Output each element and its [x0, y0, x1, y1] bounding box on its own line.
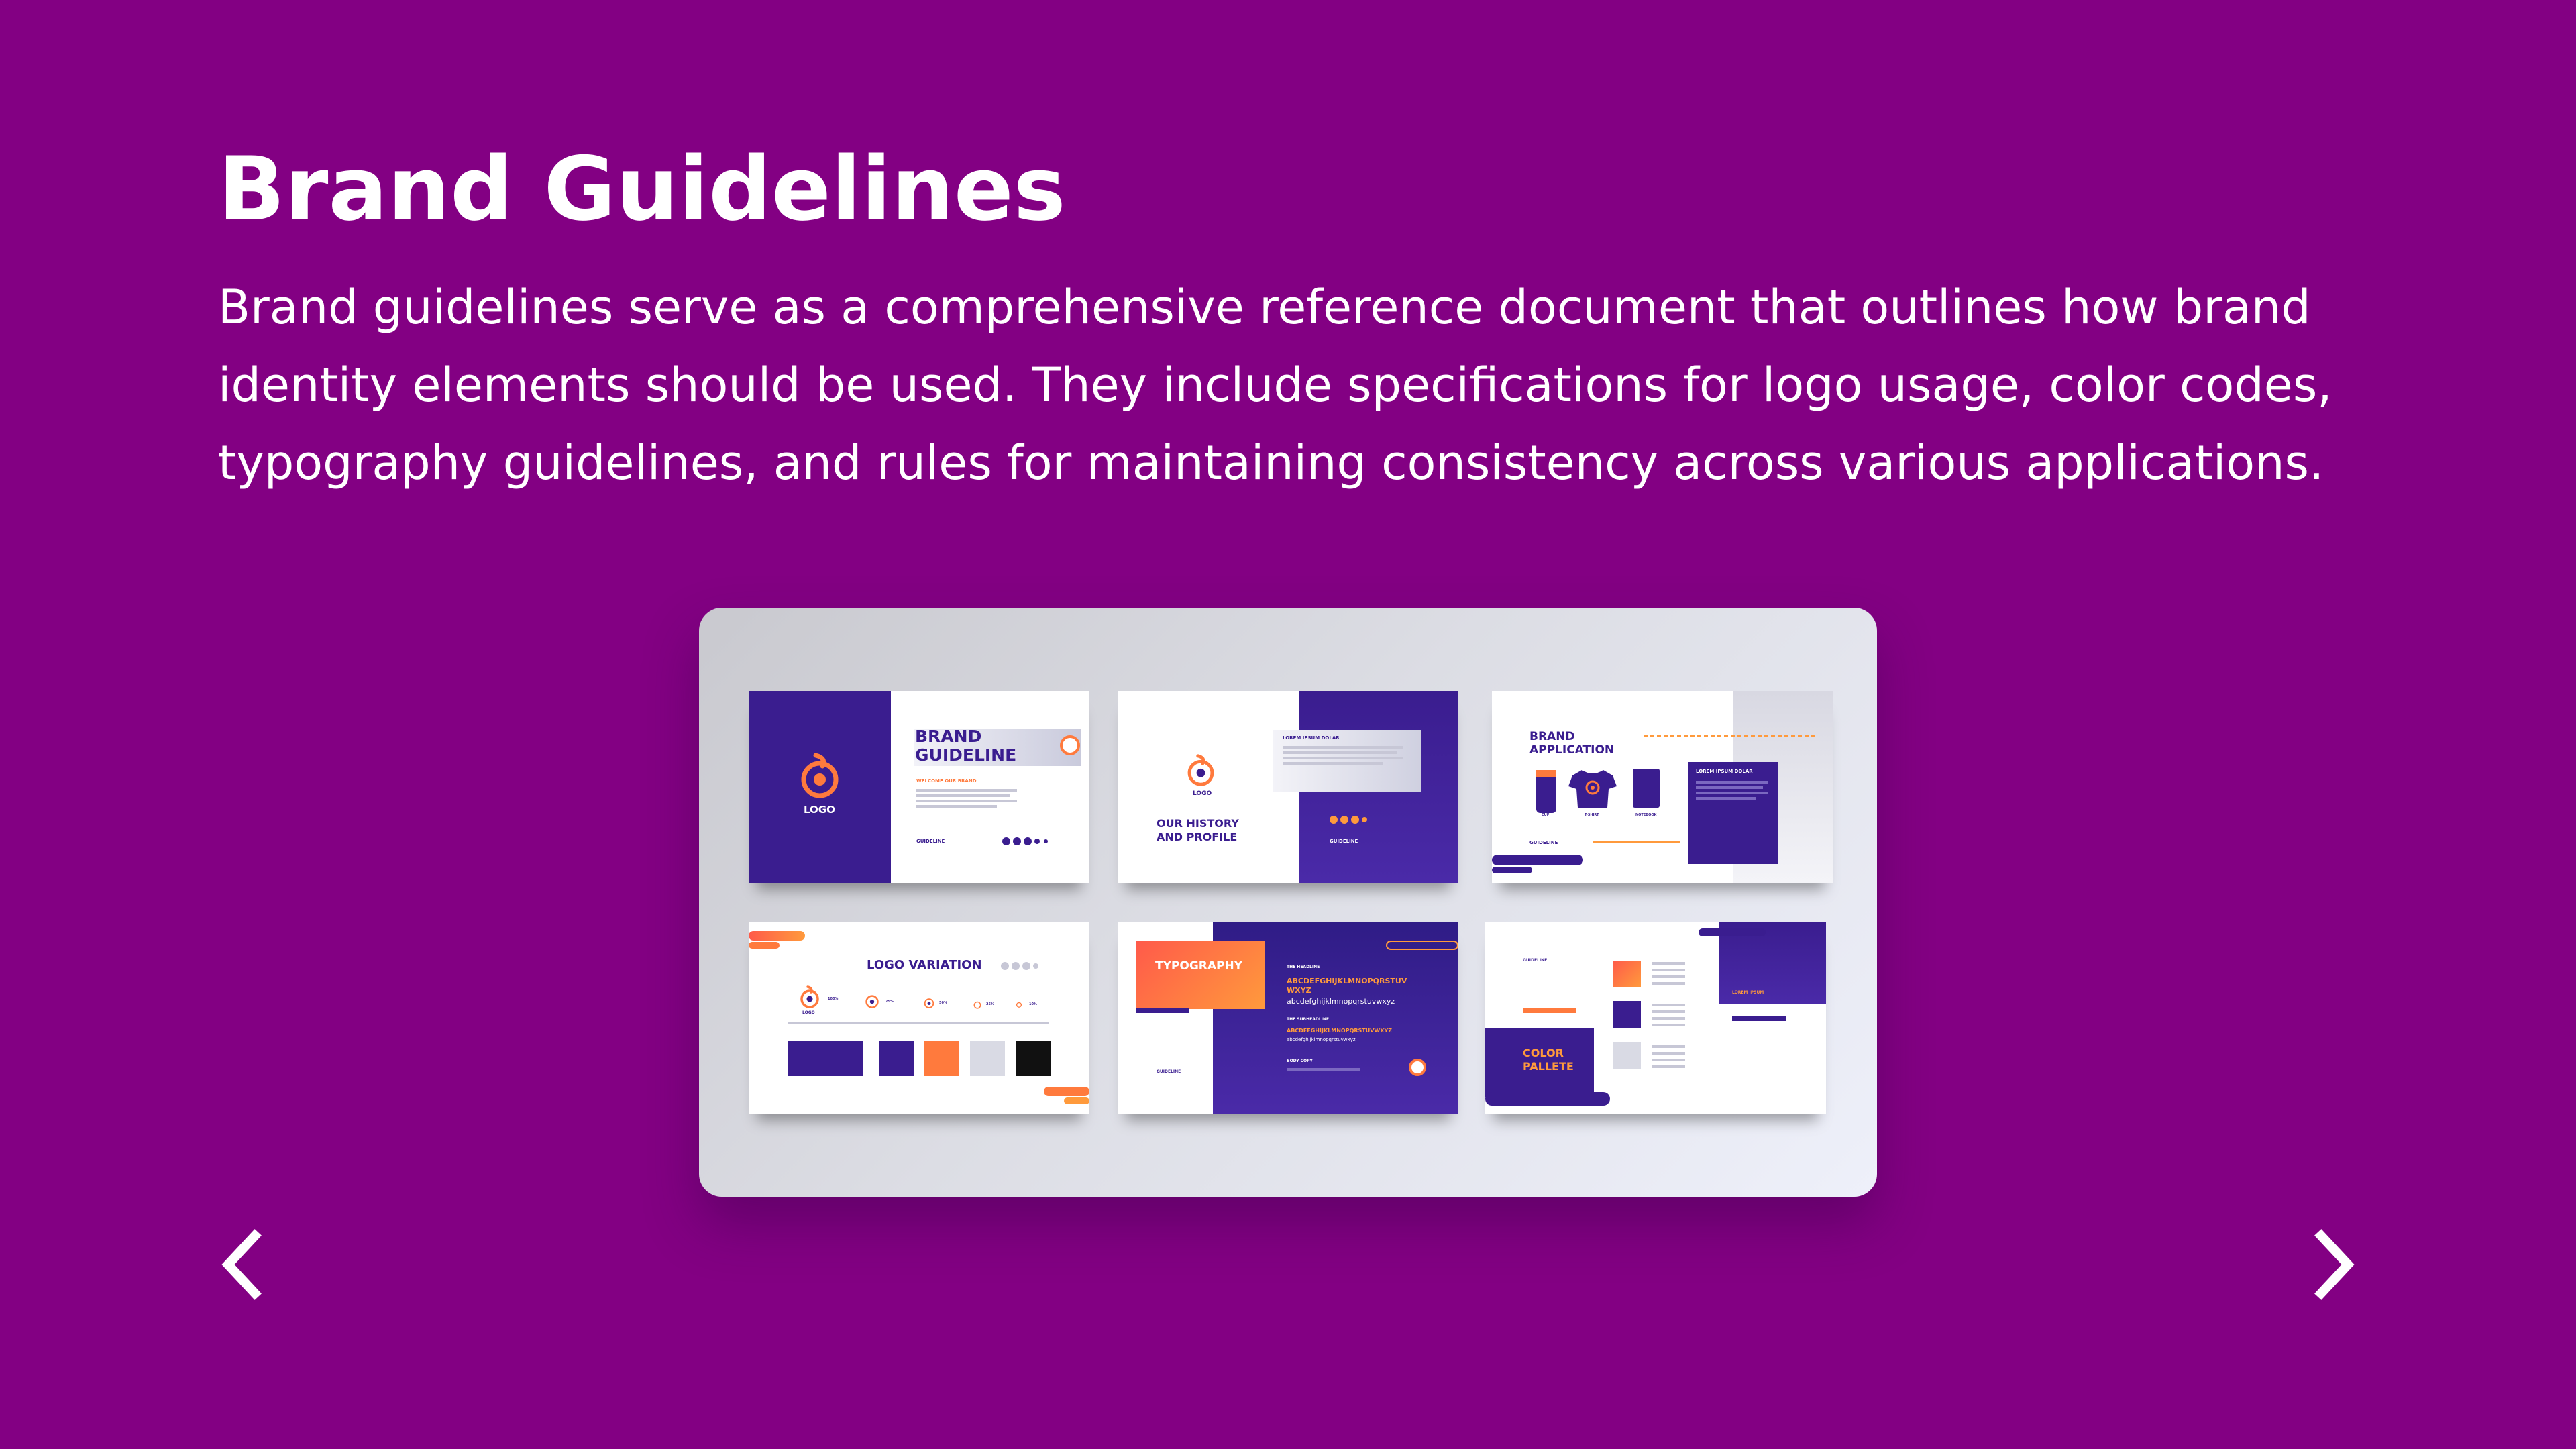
typography-subheadline-label: THE SUBHEADLINE	[1287, 1017, 1329, 1022]
slide-color-palette: GUIDELINE COLOR PALLETE LOREM IPSUM	[1485, 922, 1826, 1114]
application-footer: GUIDELINE	[1529, 840, 1558, 845]
palette-footer: GUIDELINE	[1523, 958, 1548, 963]
palette-swatch-grey	[1613, 1042, 1641, 1069]
palette-orange-dash	[1523, 1008, 1576, 1013]
variation-orange-pill	[749, 931, 805, 941]
tshirt-mockup	[1568, 770, 1617, 808]
slide-typography: TYPOGRAPHY THE HEADLINE ABCDEFGHIJKLMNOP…	[1118, 922, 1458, 1114]
cover-title-1: BRAND	[915, 727, 982, 746]
variation-logo-75-icon	[865, 995, 879, 1008]
cover-subtitle: WELCOME OUR BRAND	[916, 778, 977, 784]
variation-logo-10-icon	[1016, 1002, 1022, 1008]
variation-logo-100-icon	[800, 985, 819, 1008]
application-title-1: BRAND	[1529, 730, 1575, 743]
typography-outline-pill	[1386, 941, 1458, 950]
palette-title-2: PALLETE	[1523, 1060, 1574, 1073]
typography-subheadline-lower: abcdefghijklmnopqrstuvwxyz	[1287, 1037, 1356, 1042]
variation-orange-pill-4	[1064, 1097, 1089, 1104]
palette-title-1: COLOR	[1523, 1046, 1564, 1059]
application-item-2: T-SHIRT	[1585, 813, 1599, 817]
typography-purple-bar	[1136, 1008, 1189, 1013]
history-title-1: OUR HISTORY	[1157, 817, 1239, 830]
history-box-title: LOREM IPSUM DOLAR	[1283, 735, 1340, 741]
chevron-left-icon	[221, 1229, 262, 1300]
variation-size-2: 75%	[885, 1000, 894, 1004]
application-orange-line	[1644, 735, 1818, 737]
variation-size-3: 50%	[939, 1001, 947, 1005]
application-title-2: APPLICATION	[1529, 743, 1615, 757]
cover-title-2: GUIDELINE	[915, 745, 1017, 765]
application-dash	[1593, 841, 1680, 843]
variation-logo-50-icon	[924, 998, 934, 1008]
typography-title: TYPOGRAPHY	[1155, 959, 1243, 973]
variation-divider	[788, 1022, 1049, 1024]
brand-logo-icon	[801, 753, 839, 798]
variation-title: LOGO VARIATION	[867, 958, 982, 972]
application-item-1: CUP	[1542, 813, 1550, 817]
typography-headline-lower: abcdefghijklmnopqrstuvwxyz	[1287, 997, 1395, 1006]
previous-slide-button[interactable]	[201, 1224, 282, 1305]
variation-tile-black	[1016, 1041, 1051, 1076]
variation-logo-label: LOGO	[802, 1010, 815, 1015]
typography-body-label: BODY COPY	[1287, 1059, 1313, 1063]
chevron-right-icon	[2314, 1229, 2355, 1300]
history-logo-label: LOGO	[1193, 790, 1212, 797]
palette-top-pill	[1699, 928, 1766, 936]
variation-tile-purple	[879, 1041, 914, 1076]
typography-orange-box	[1136, 941, 1265, 1009]
cover-ring	[1060, 735, 1080, 755]
application-purple-pill-2	[1492, 867, 1532, 873]
next-slide-button[interactable]	[2294, 1224, 2375, 1305]
typography-footer: GUIDELINE	[1157, 1069, 1181, 1074]
notebook-mockup	[1633, 769, 1660, 808]
page-title: Brand Guidelines	[218, 138, 1066, 240]
slide-history: LOREM IPSUM DOLAR LOGO OUR HISTORY AND P…	[1118, 691, 1458, 883]
palette-bottom-line	[1732, 1016, 1786, 1021]
slide-application: BRAND APPLICATION LOREM IPSUM DOLAR CUP …	[1492, 691, 1833, 883]
typography-headline-upper: ABCDEFGHIJKLMNOPQRSTUV	[1287, 977, 1407, 985]
typography-ring	[1409, 1059, 1426, 1076]
page-description: Brand guidelines serve as a comprehensiv…	[218, 280, 2332, 490]
history-logo-icon	[1187, 754, 1214, 786]
variation-tile-orange	[924, 1041, 959, 1076]
variation-wide-tile	[788, 1041, 863, 1076]
variation-size-5: 10%	[1029, 1002, 1037, 1006]
slide-cover: LOGO BRAND GUIDELINE WELCOME OUR BRAND G…	[749, 691, 1089, 883]
variation-orange-pill-2	[749, 942, 780, 949]
palette-purple-pill	[1485, 1092, 1610, 1106]
palette-swatch-orange	[1613, 961, 1641, 987]
variation-size-4: 25%	[986, 1002, 994, 1006]
application-box-title: LOREM IPSUM DOLAR	[1696, 769, 1753, 774]
cover-logo-label: LOGO	[804, 804, 835, 816]
application-text-box	[1688, 762, 1778, 864]
history-footer: GUIDELINE	[1330, 839, 1358, 844]
application-item-3: NOTEBOOK	[1635, 813, 1657, 817]
variation-size-1: 100%	[828, 997, 839, 1001]
typography-headline-upper2: WXYZ	[1287, 986, 1311, 995]
typography-headline-label: THE HEADLINE	[1287, 965, 1320, 969]
variation-orange-pill-3	[1044, 1087, 1089, 1096]
brand-guidelines-preview: LOGO BRAND GUIDELINE WELCOME OUR BRAND G…	[699, 608, 1877, 1197]
cover-footer: GUIDELINE	[916, 839, 945, 844]
palette-swatch-purple	[1613, 1001, 1641, 1028]
slide-logo-variation: LOGO VARIATION LOGO 100% 75% 50% 25% 10%	[749, 922, 1089, 1114]
variation-logo-25-icon	[973, 1001, 981, 1009]
palette-box-title: LOREM IPSUM	[1732, 990, 1764, 995]
variation-tile-grey	[970, 1041, 1005, 1076]
application-purple-pill	[1492, 855, 1583, 865]
history-title-2: AND PROFILE	[1157, 830, 1238, 843]
typography-subheadline-upper: ABCDEFGHIJKLMNOPQRSTUVWXYZ	[1287, 1028, 1393, 1034]
cup-mockup	[1536, 770, 1556, 813]
